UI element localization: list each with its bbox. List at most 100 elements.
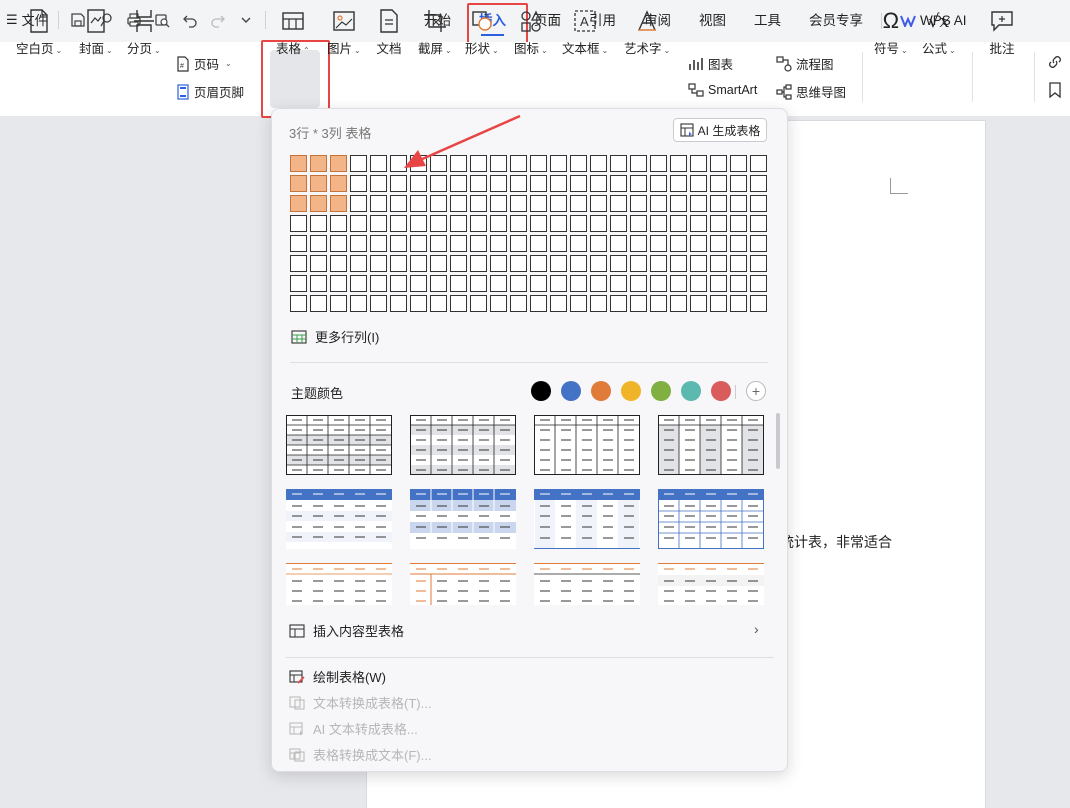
chevron-down-icon[interactable] (237, 11, 255, 29)
grid-cell[interactable] (290, 295, 307, 312)
grid-cell[interactable] (590, 195, 607, 212)
grid-cell[interactable] (530, 275, 547, 292)
grid-cell[interactable] (710, 195, 727, 212)
grid-cell[interactable] (310, 175, 327, 192)
grid-cell[interactable] (470, 235, 487, 252)
grid-cell[interactable] (450, 175, 467, 192)
grid-cell[interactable] (530, 235, 547, 252)
grid-cell[interactable] (510, 215, 527, 232)
grid-cell[interactable] (430, 195, 447, 212)
grid-cell[interactable] (550, 275, 567, 292)
insert-content-table-item[interactable]: 插入内容型表格 (289, 621, 404, 640)
grid-cell[interactable] (290, 215, 307, 232)
grid-cell[interactable] (550, 255, 567, 272)
grid-cell[interactable] (390, 175, 407, 192)
grid-cell[interactable] (330, 295, 347, 312)
grid-cell[interactable] (630, 295, 647, 312)
grid-cell[interactable] (610, 195, 627, 212)
grid-cell[interactable] (710, 255, 727, 272)
grid-cell[interactable] (630, 195, 647, 212)
grid-cell[interactable] (570, 295, 587, 312)
grid-cell[interactable] (730, 255, 747, 272)
grid-cell[interactable] (650, 175, 667, 192)
more-rows-cols-item[interactable]: 更多行列(I) (291, 327, 379, 346)
grid-cell[interactable] (430, 275, 447, 292)
grid-cell[interactable] (490, 215, 507, 232)
grid-cell[interactable] (730, 215, 747, 232)
table-style-thumbnail[interactable] (534, 489, 640, 549)
grid-cell[interactable] (470, 195, 487, 212)
grid-cell[interactable] (670, 235, 687, 252)
grid-cell[interactable] (310, 255, 327, 272)
table-style-thumbnail[interactable] (286, 489, 392, 549)
grid-cell[interactable] (490, 255, 507, 272)
grid-cell[interactable] (730, 195, 747, 212)
grid-cell[interactable] (730, 175, 747, 192)
grid-cell[interactable] (710, 235, 727, 252)
grid-cell[interactable] (530, 215, 547, 232)
bookmark-button[interactable] (1047, 82, 1063, 98)
grid-cell[interactable] (610, 275, 627, 292)
grid-cell[interactable] (590, 235, 607, 252)
cover-button[interactable]: 封面 ⌄ (79, 8, 113, 57)
grid-cell[interactable] (590, 295, 607, 312)
grid-cell[interactable] (730, 275, 747, 292)
wordart-button[interactable]: 艺术字 ⌄ (624, 8, 670, 57)
grid-cell[interactable] (590, 175, 607, 192)
grid-cell[interactable] (670, 295, 687, 312)
grid-cell[interactable] (470, 255, 487, 272)
grid-cell[interactable] (710, 275, 727, 292)
shape-button[interactable]: 形状 ⌄ (465, 8, 499, 57)
grid-cell[interactable] (310, 295, 327, 312)
table-style-thumbnail[interactable] (410, 563, 516, 605)
grid-cell[interactable] (690, 295, 707, 312)
grid-cell[interactable] (350, 295, 367, 312)
comment-button[interactable]: 批注 (989, 8, 1015, 57)
grid-cell[interactable] (610, 215, 627, 232)
grid-cell[interactable] (570, 175, 587, 192)
formula-button[interactable]: √x 公式 ⌄ (922, 8, 956, 57)
grid-cell[interactable] (750, 255, 767, 272)
grid-cell[interactable] (650, 275, 667, 292)
symbol-button[interactable]: Ω 符号 ⌄ (874, 8, 908, 57)
blank-page-button[interactable]: 空白页 ⌄ (16, 8, 62, 57)
grid-cell[interactable] (410, 175, 427, 192)
grid-cell[interactable] (450, 295, 467, 312)
grid-cell[interactable] (290, 195, 307, 212)
header-footer-button[interactable]: 页眉页脚 (176, 82, 244, 101)
grid-cell[interactable] (610, 155, 627, 172)
undo-icon[interactable] (181, 11, 199, 29)
grid-cell[interactable] (370, 175, 387, 192)
grid-cell[interactable] (410, 255, 427, 272)
grid-cell[interactable] (750, 155, 767, 172)
grid-cell[interactable] (530, 195, 547, 212)
grid-cell[interactable] (650, 155, 667, 172)
grid-cell[interactable] (590, 275, 607, 292)
grid-cell[interactable] (310, 215, 327, 232)
grid-cell[interactable] (690, 155, 707, 172)
grid-cell[interactable] (690, 215, 707, 232)
grid-cell[interactable] (370, 195, 387, 212)
grid-cell[interactable] (630, 215, 647, 232)
grid-cell[interactable] (310, 155, 327, 172)
table-style-thumbnail[interactable] (534, 415, 640, 475)
document-button[interactable]: 文档 (376, 8, 402, 57)
grid-cell[interactable] (430, 295, 447, 312)
grid-cell[interactable] (410, 195, 427, 212)
grid-cell[interactable] (290, 255, 307, 272)
grid-cell[interactable] (350, 255, 367, 272)
grid-cell[interactable] (710, 295, 727, 312)
grid-cell[interactable] (570, 195, 587, 212)
flowchart-button[interactable]: 流程图 (776, 54, 834, 73)
grid-cell[interactable] (330, 195, 347, 212)
grid-cell[interactable] (630, 235, 647, 252)
grid-cell[interactable] (390, 195, 407, 212)
grid-cell[interactable] (330, 255, 347, 272)
grid-cell[interactable] (310, 235, 327, 252)
grid-cell[interactable] (750, 175, 767, 192)
grid-cell[interactable] (570, 215, 587, 232)
grid-cell[interactable] (470, 275, 487, 292)
grid-cell[interactable] (390, 235, 407, 252)
grid-cell[interactable] (370, 215, 387, 232)
grid-cell[interactable] (330, 235, 347, 252)
